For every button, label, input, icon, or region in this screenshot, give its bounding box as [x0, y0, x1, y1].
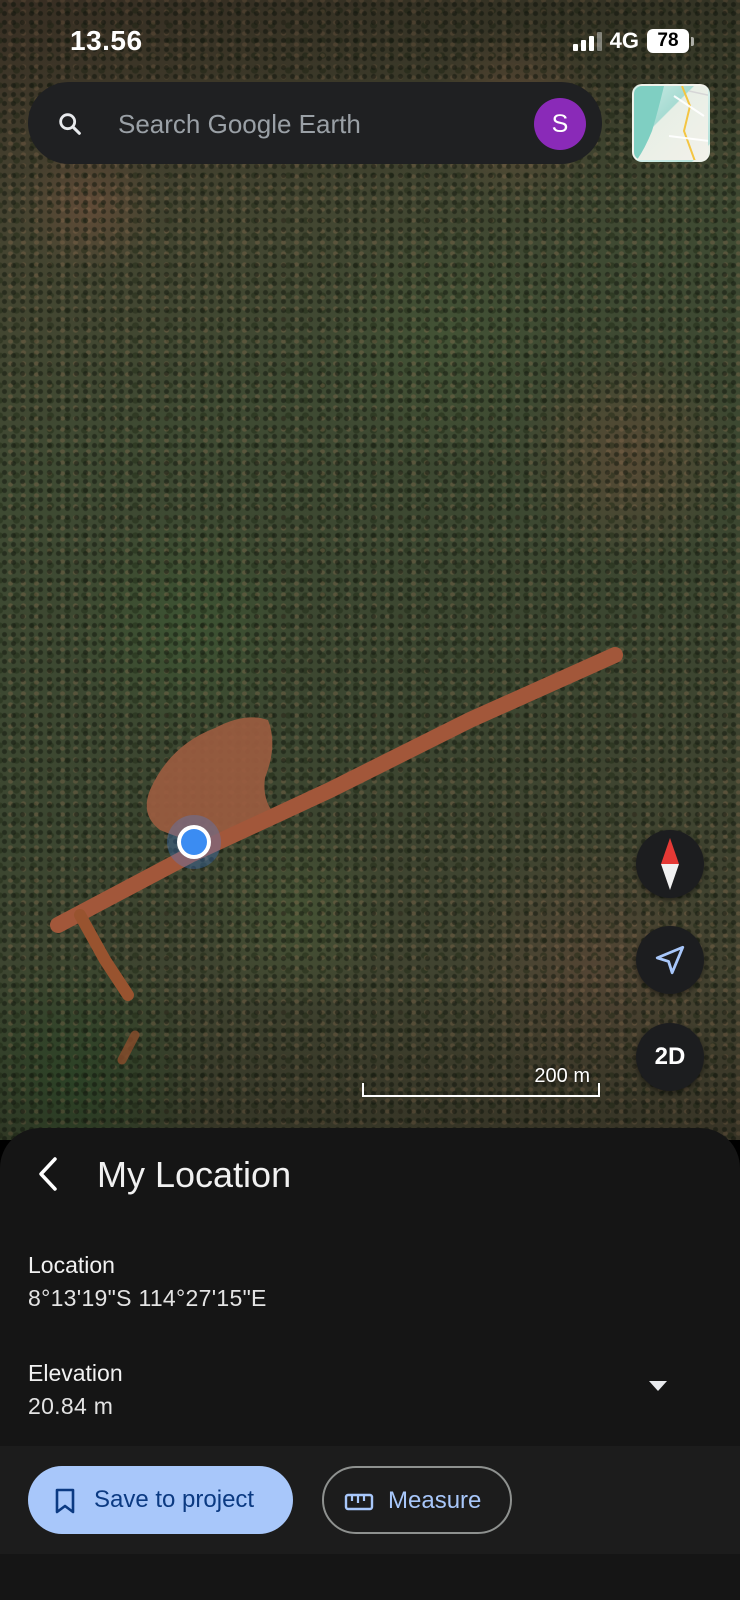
- network-type: 4G: [609, 28, 639, 53]
- expand-dropdown-icon[interactable]: [646, 1378, 670, 1394]
- status-indicators: 4G 78: [572, 28, 694, 54]
- measure-button[interactable]: Measure: [322, 1466, 512, 1534]
- map-thumbnail-icon: [634, 86, 708, 160]
- measure-label: Measure: [388, 1487, 482, 1514]
- satellite-map[interactable]: [0, 0, 740, 1140]
- signal-strength-icon: [572, 31, 602, 51]
- my-location-button[interactable]: [636, 926, 704, 994]
- compass-icon: [661, 838, 679, 890]
- battery-icon: 78: [647, 29, 694, 53]
- back-button[interactable]: [24, 1150, 72, 1198]
- scale-line: [362, 1083, 600, 1097]
- chevron-left-icon: [39, 1157, 57, 1191]
- search-input[interactable]: Search Google Earth: [118, 109, 361, 140]
- view-mode-toggle[interactable]: 2D: [636, 1023, 704, 1091]
- current-location-dot[interactable]: [166, 814, 222, 870]
- compass-button[interactable]: [636, 830, 704, 898]
- location-coordinates: 8°13'19"S 114°27'15"E: [28, 1285, 267, 1311]
- dirt-road-branch-2: [117, 1030, 140, 1065]
- scale-bar: 200 m: [362, 1063, 600, 1097]
- elevation-label: Elevation: [28, 1360, 123, 1386]
- status-time: 13.56: [70, 25, 143, 56]
- bookmark-icon: [55, 1488, 75, 1514]
- location-info-sheet: My Location Location 8°13'19"S 114°27'15…: [0, 1128, 740, 1600]
- status-bar: 13.56 4G 78: [0, 0, 740, 80]
- save-to-project-button[interactable]: Save to project: [28, 1466, 293, 1534]
- save-to-project-label: Save to project: [94, 1486, 255, 1513]
- search-bar[interactable]: Search Google Earth S: [28, 82, 602, 164]
- dirt-road-branch: [74, 909, 134, 1001]
- action-bar: Save to project Measure: [0, 1446, 740, 1554]
- sheet-title: My Location: [97, 1154, 292, 1195]
- location-label: Location: [28, 1252, 115, 1278]
- battery-level: 78: [647, 29, 689, 53]
- map-style-button[interactable]: [632, 84, 710, 162]
- map-features: [50, 647, 623, 1065]
- elevation-value: 20.84 m: [28, 1393, 114, 1419]
- search-icon: [59, 113, 81, 135]
- dirt-road: [50, 647, 623, 933]
- ruler-icon: [344, 1493, 374, 1511]
- navigation-arrow-icon: [655, 945, 685, 975]
- account-avatar[interactable]: S: [534, 98, 586, 150]
